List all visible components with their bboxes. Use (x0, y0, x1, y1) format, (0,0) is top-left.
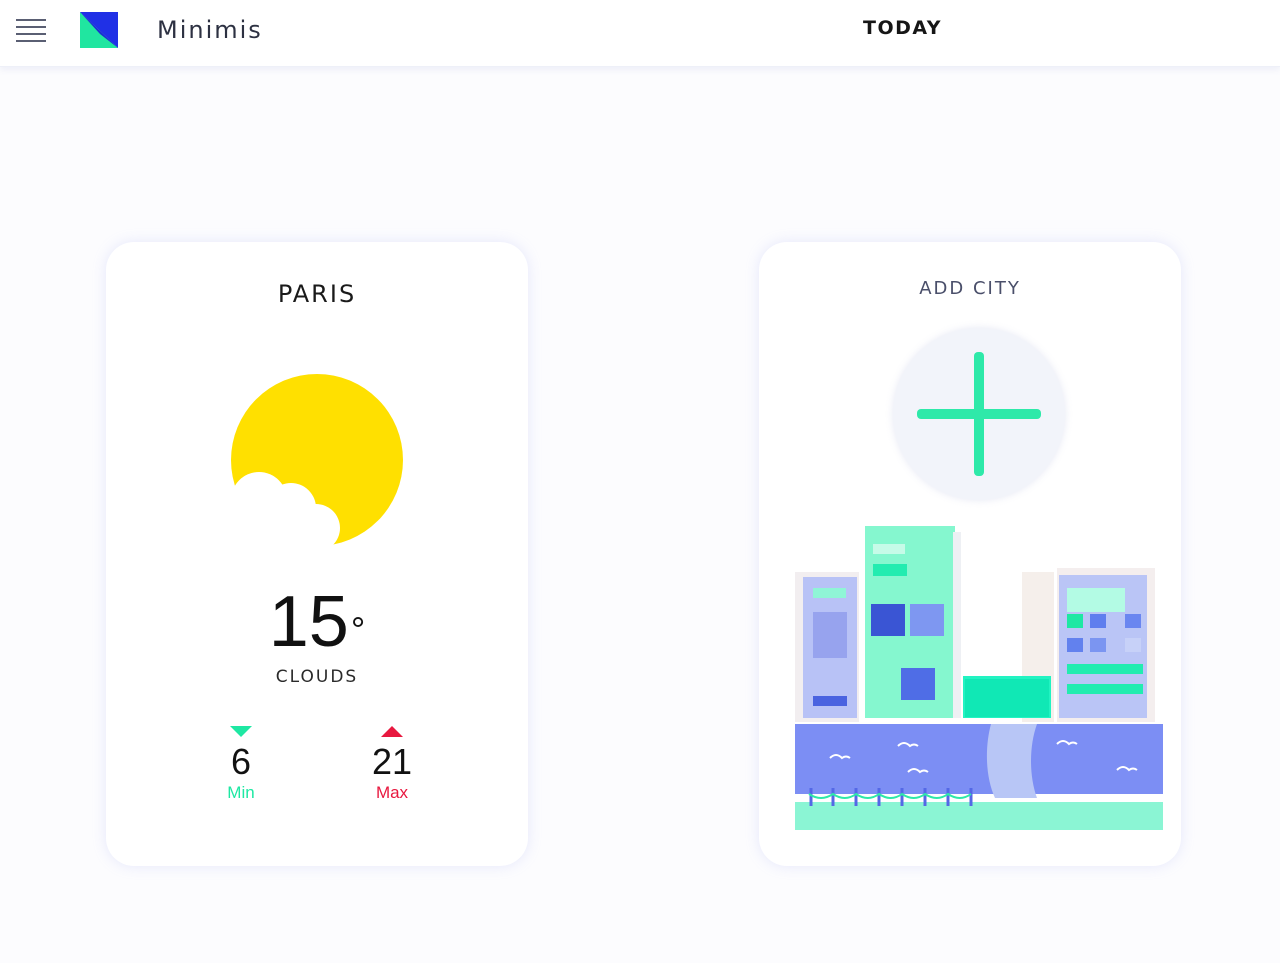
add-city-button[interactable] (893, 328, 1065, 500)
hamburger-menu-icon[interactable] (14, 16, 48, 50)
add-city-card[interactable]: ADD CITY (759, 242, 1181, 866)
top-navigation-bar: Minimis TODAY (0, 0, 1280, 67)
min-value: 6 (230, 741, 252, 782)
temperature-value: 15 (268, 582, 349, 662)
nav-today-link[interactable]: TODAY (850, 17, 955, 39)
min-label: Min (227, 783, 255, 802)
arrow-up-icon (381, 726, 403, 737)
city-weather-card[interactable]: PARIS 15° CLOUDS 6 Min 21 Max (106, 242, 528, 866)
max-temperature: 21 Max (352, 726, 432, 803)
arrow-down-icon (230, 726, 252, 737)
sun-behind-cloud-icon (228, 372, 406, 568)
brand-name: Minimis (157, 16, 263, 44)
city-skyline-illustration (795, 526, 1165, 832)
min-temperature: 6 Min (201, 726, 281, 803)
temperature: 15° (106, 586, 528, 658)
max-value: 21 (371, 741, 413, 782)
city-name: PARIS (277, 280, 357, 308)
max-label: Max (375, 783, 409, 802)
minimis-logo-icon (80, 12, 120, 48)
degree-symbol: ° (350, 609, 366, 650)
weather-condition: CLOUDS (275, 667, 359, 687)
add-city-title: ADD CITY (919, 278, 1021, 299)
